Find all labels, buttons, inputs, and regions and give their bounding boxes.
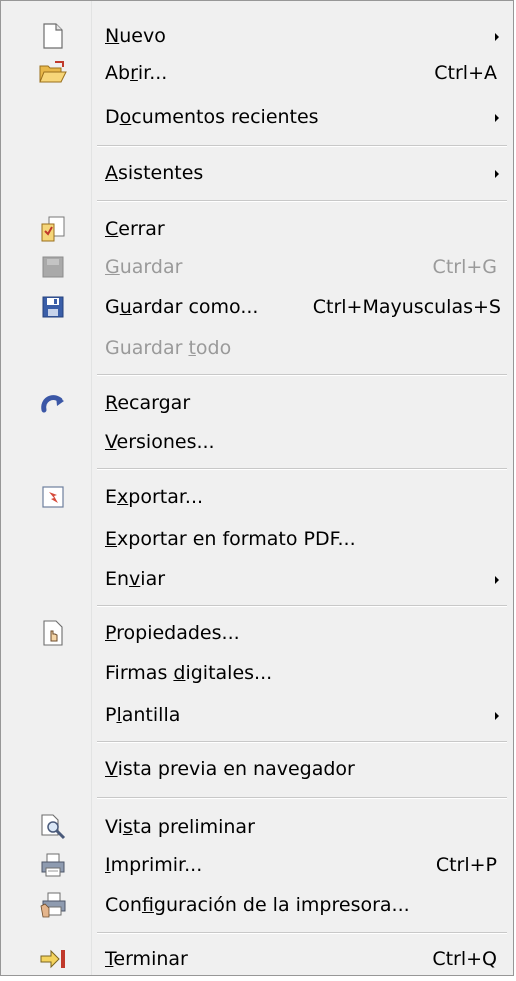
menu-item-label: Abrir... — [105, 62, 168, 84]
submenu-arrow-icon — [495, 576, 499, 584]
menu-item-vista-previa-navegador[interactable]: Vista previa en navegador — [1, 747, 513, 791]
open-folder-icon — [39, 59, 67, 87]
save-disabled-icon — [39, 253, 67, 281]
menu-separator — [97, 605, 507, 607]
menu-item-guardar-como[interactable]: Guardar como... Ctrl+Mayusculas+S — [1, 285, 513, 329]
menu-item-abrir[interactable]: Abrir... Ctrl+A — [1, 51, 513, 95]
menu-separator — [97, 145, 507, 147]
menu-item-propiedades[interactable]: Propiedades... — [1, 611, 513, 655]
menu-item-label: Propiedades... — [105, 622, 240, 644]
menu-item-versiones[interactable]: Versiones... — [1, 420, 513, 464]
menu-item-label: Vista previa en navegador — [105, 758, 355, 780]
submenu-arrow-icon — [495, 712, 499, 720]
printer-settings-icon — [39, 891, 67, 919]
print-preview-icon — [39, 813, 67, 841]
menu-item-exportar-pdf[interactable]: Exportar en formato PDF... — [1, 517, 513, 561]
menu-item-label: Versiones... — [105, 431, 215, 453]
export-icon — [39, 483, 67, 511]
menu-item-label: Documentos recientes — [105, 106, 319, 128]
menu-item-label: Firmas digitales... — [105, 662, 273, 684]
menu-item-label: Guardar — [105, 256, 183, 278]
menu-item-shortcut: Ctrl+G — [432, 256, 497, 278]
menu-item-label: Configuración de la impresora... — [105, 894, 410, 916]
menu-item-label: Vista preliminar — [105, 816, 255, 838]
menu-item-guardar: Guardar Ctrl+G — [1, 245, 513, 289]
menu-item-label: Guardar todo — [105, 337, 232, 359]
menu-item-shortcut: Ctrl+Q — [432, 948, 497, 970]
menu-item-terminar[interactable]: Terminar Ctrl+Q — [1, 937, 513, 981]
menu-item-label: Recargar — [105, 392, 191, 414]
menu-item-label: Plantilla — [105, 704, 181, 726]
menu-item-asistentes[interactable]: Asistentes — [1, 151, 513, 195]
submenu-arrow-icon — [495, 114, 499, 122]
menu-item-recargar[interactable]: Recargar — [1, 381, 513, 425]
menu-item-label: Cerrar — [105, 218, 165, 240]
menu-item-guardar-todo: Guardar todo — [1, 326, 513, 370]
menu-item-label: Nuevo — [105, 25, 166, 47]
menu-separator — [97, 741, 507, 743]
menu-item-imprimir[interactable]: Imprimir... Ctrl+P — [1, 843, 513, 887]
menu-item-label: Enviar — [105, 568, 166, 590]
menu-item-firmas-digitales[interactable]: Firmas digitales... — [1, 651, 513, 695]
menu-item-exportar[interactable]: Exportar... — [1, 475, 513, 519]
reload-icon — [39, 389, 67, 417]
menu-item-label: Terminar — [105, 948, 188, 970]
menu-separator — [97, 374, 507, 376]
new-document-icon — [39, 22, 67, 50]
menu-item-enviar[interactable]: Enviar — [1, 557, 513, 601]
menu-item-configuracion-impresora[interactable]: Configuración de la impresora... — [1, 883, 513, 927]
menu-separator — [97, 468, 507, 470]
menu-separator — [97, 200, 507, 202]
menu-item-label: Imprimir... — [105, 854, 203, 876]
file-menu: Nuevo Abrir... Ctrl+A Documentos recient… — [0, 0, 514, 976]
menu-item-label: Guardar como... — [105, 296, 259, 318]
menu-item-shortcut: Ctrl+P — [435, 854, 497, 876]
save-as-icon — [39, 293, 67, 321]
printer-icon — [39, 851, 67, 879]
submenu-arrow-icon — [495, 33, 499, 41]
properties-icon — [39, 619, 67, 647]
menu-item-plantilla[interactable]: Plantilla — [1, 693, 513, 737]
menu-item-label: Exportar en formato PDF... — [105, 528, 356, 550]
menu-item-shortcut: Ctrl+A — [434, 62, 497, 84]
close-document-icon — [39, 215, 67, 243]
menu-item-shortcut: Ctrl+Mayusculas+S — [312, 296, 501, 318]
menu-item-label: Asistentes — [105, 162, 204, 184]
submenu-arrow-icon — [495, 170, 499, 178]
menu-item-documentos-recientes[interactable]: Documentos recientes — [1, 95, 513, 139]
menu-item-label: Exportar... — [105, 486, 204, 508]
menu-separator — [97, 932, 507, 934]
exit-icon — [39, 945, 67, 973]
menu-separator — [97, 797, 507, 799]
